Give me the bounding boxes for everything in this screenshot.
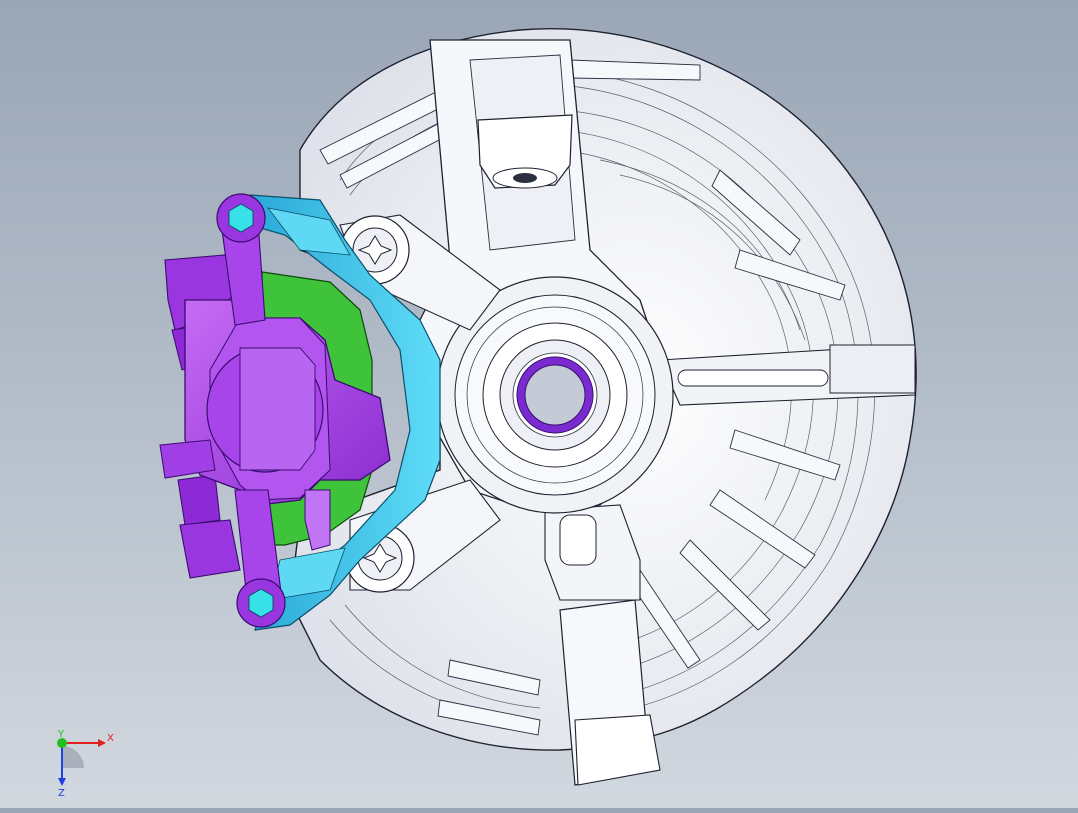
- brake-assembly-model[interactable]: [0, 0, 1078, 808]
- x-axis-label: X: [107, 733, 114, 744]
- z-axis-label: Z: [58, 788, 65, 798]
- cad-3d-viewport[interactable]: [0, 0, 1078, 808]
- y-axis-label: Y: [57, 729, 65, 740]
- coordinate-triad: X Y Z: [40, 728, 120, 799]
- upper-guide-pin-bolt[interactable]: [216, 193, 266, 243]
- lower-guide-pin-bolt[interactable]: [236, 578, 286, 628]
